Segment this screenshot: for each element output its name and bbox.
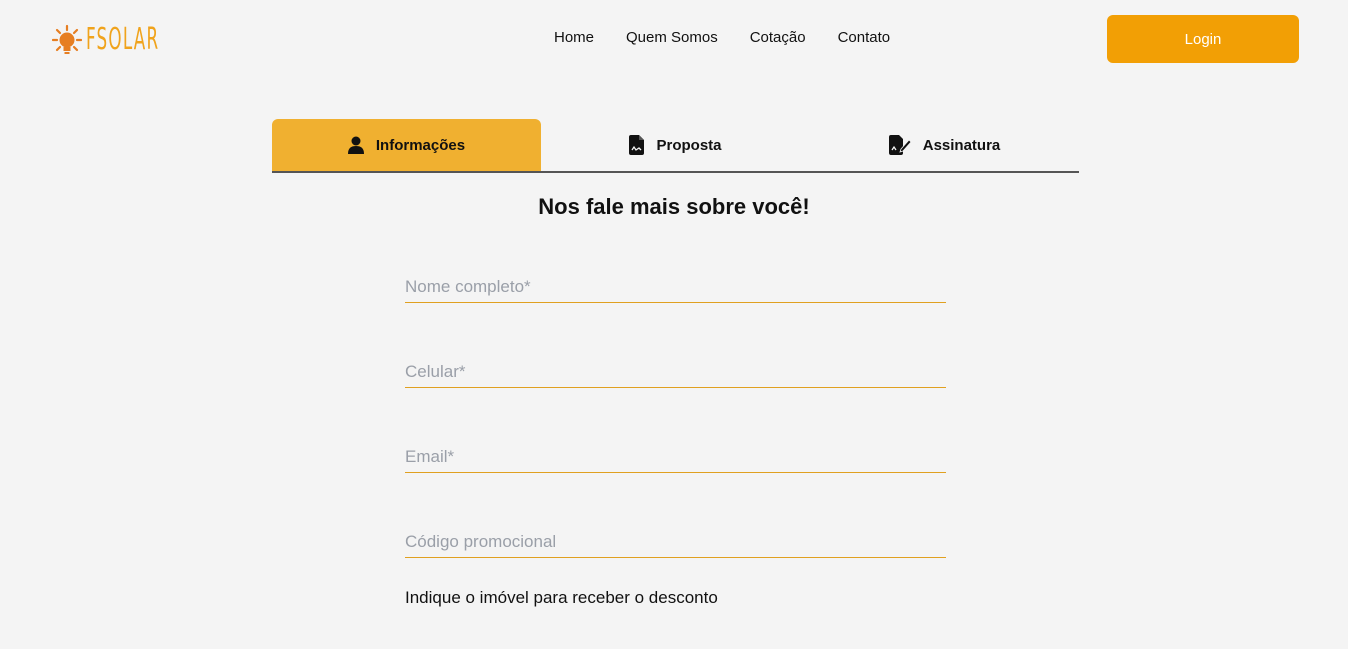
step-tabs: Informações Proposta Assinatura xyxy=(272,119,1079,173)
header: FSOLAR Home Quem Somos Cotação Contato L… xyxy=(0,0,1348,80)
referral-hint: Indique o imóvel para receber o desconto xyxy=(405,588,718,607)
tab-label: Informações xyxy=(375,136,466,154)
tab-assinatura[interactable]: Assinatura xyxy=(810,119,1079,171)
document-icon xyxy=(629,135,645,155)
nav-home[interactable]: Home xyxy=(554,29,594,46)
nav-cotacao[interactable]: Cotação xyxy=(750,29,806,46)
logo[interactable]: FSOLAR xyxy=(52,22,204,57)
tab-label: Assinatura xyxy=(922,136,1001,154)
tab-proposta[interactable]: Proposta xyxy=(541,119,810,171)
sun-bulb-icon xyxy=(52,24,82,54)
nav-contato[interactable]: Contato xyxy=(838,29,891,46)
signature-icon xyxy=(888,135,911,155)
tab-informacoes[interactable]: Informações xyxy=(272,119,541,171)
main-nav: Home Quem Somos Cotação Contato xyxy=(554,29,922,46)
phone-input[interactable] xyxy=(405,357,946,388)
nav-quem-somos[interactable]: Quem Somos xyxy=(626,29,718,46)
full-name-input[interactable] xyxy=(405,272,946,303)
tab-label: Proposta xyxy=(656,136,722,154)
logo-text: FSOLAR xyxy=(86,22,160,57)
promo-code-input[interactable] xyxy=(405,527,946,558)
user-icon xyxy=(347,136,364,154)
login-button[interactable]: Login xyxy=(1107,15,1299,63)
email-input[interactable] xyxy=(405,442,946,473)
form-title: Nos fale mais sobre você! xyxy=(538,194,810,219)
